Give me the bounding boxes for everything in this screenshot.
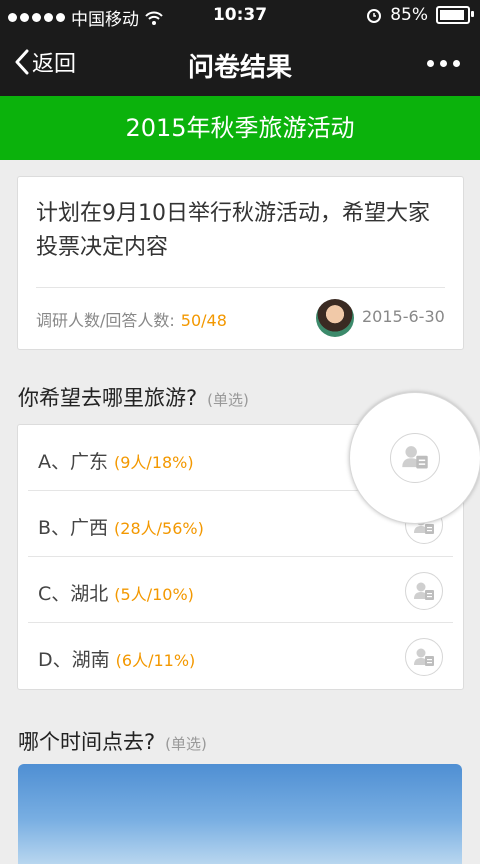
question-1-text: 你希望去哪里旅游? <box>18 386 198 410</box>
question-1-title: 你希望去哪里旅游? (单选) <box>18 382 249 412</box>
divider <box>36 287 445 288</box>
option-label: C、湖北 (5人/10%) <box>38 583 194 605</box>
survey-date: 2015-6-30 <box>362 307 445 326</box>
stats-value: 50/48 <box>180 311 227 330</box>
option-label: B、广西 (28人/56%) <box>38 517 204 539</box>
avatar[interactable] <box>316 299 354 337</box>
question-2-image <box>18 764 462 864</box>
respondents-icon[interactable] <box>390 433 440 483</box>
option-label: A、广东 (9人/18%) <box>38 451 194 473</box>
status-bar: 中国移动 10:37 85% <box>0 0 480 32</box>
question-1-type: (单选) <box>207 391 249 409</box>
status-right: 85% <box>366 5 474 25</box>
survey-stats: 调研人数/回答人数: 50/48 <box>36 307 227 331</box>
page-title: 问卷结果 <box>187 53 292 83</box>
option-detail: (6人/11%) <box>115 651 196 670</box>
stats-label: 调研人数/回答人数: <box>36 311 175 330</box>
option-d: D、湖南 (6人/11%) <box>18 623 463 689</box>
survey-info-card: 计划在9月10日举行秋游活动，希望大家投票决定内容 调研人数/回答人数: 50/4… <box>17 176 464 350</box>
battery-icon <box>436 6 474 24</box>
battery-percent: 85% <box>390 5 428 25</box>
more-options-button[interactable] <box>427 60 460 67</box>
option-label: D、湖南 (6人/11%) <box>38 649 196 671</box>
question-2-title: 哪个时间点去? (单选) <box>18 726 207 756</box>
survey-description: 计划在9月10日举行秋游活动，希望大家投票决定内容 <box>36 201 430 260</box>
alarm-icon <box>367 9 382 23</box>
survey-title-banner: 2015年秋季旅游活动 <box>0 96 480 160</box>
question-2-text: 哪个时间点去? <box>18 730 156 754</box>
option-detail: (9人/18%) <box>114 453 194 472</box>
question-2-type: (单选) <box>165 735 207 753</box>
magnifier-highlight <box>349 392 480 524</box>
option-c: C、湖北 (5人/10%) <box>18 557 463 623</box>
respondents-icon[interactable] <box>405 572 443 610</box>
respondents-icon[interactable] <box>405 638 443 676</box>
navigation-bar: 返回 问卷结果 <box>0 32 480 96</box>
option-detail: (5人/10%) <box>114 585 194 604</box>
option-detail: (28人/56%) <box>114 519 204 538</box>
